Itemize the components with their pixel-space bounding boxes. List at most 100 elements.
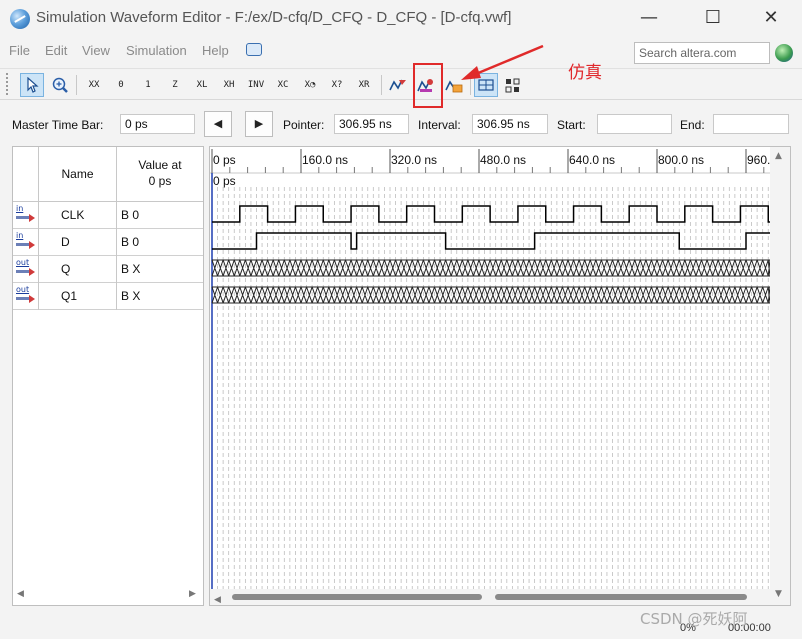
selection-tool-icon xyxy=(27,77,39,93)
end-label: End: xyxy=(680,118,705,132)
next-transition-button[interactable]: ▶ xyxy=(245,111,273,137)
start-label: Start: xyxy=(557,118,586,132)
signal-name: D xyxy=(39,229,117,256)
invert-button[interactable]: INV xyxy=(244,73,268,97)
timeline-tick-label: 480.0 ns xyxy=(480,153,526,167)
random-value-icon: XR xyxy=(358,80,370,90)
app-logo-icon xyxy=(10,9,30,29)
hscroll-thumb-secondary xyxy=(495,594,747,600)
signal-value: B X xyxy=(121,289,141,303)
signal-row-q[interactable]: out Q B X xyxy=(13,256,203,283)
value-header-line2: 0 ps xyxy=(148,174,172,188)
signal-list-header: Name Value at 0 ps xyxy=(13,147,203,202)
search-input[interactable]: Search altera.com xyxy=(634,42,770,64)
type-column-header xyxy=(13,147,39,202)
title-bar: Simulation Waveform Editor - F:/ex/D-cfq… xyxy=(0,0,802,38)
value-column-header[interactable]: Value at 0 ps xyxy=(117,157,203,189)
scroll-down-icon[interactable]: ▼ xyxy=(775,589,782,599)
forcing-unknown-button[interactable]: XX xyxy=(82,73,106,97)
waveform-panel[interactable]: 0 ps 160.0 ns 320.0 ns 480.0 ns 640.0 ns 800.… xyxy=(209,146,791,606)
menu-help[interactable]: Help xyxy=(202,43,229,58)
master-time-bar-field[interactable]: 0 ps xyxy=(120,114,195,134)
menu-view[interactable]: View xyxy=(82,43,110,58)
forcing-low-button[interactable]: 0 xyxy=(109,73,133,97)
cursor-time-label: 0 ps xyxy=(213,174,236,188)
invert-icon: INV xyxy=(247,80,265,90)
scroll-right-icon[interactable]: ▶ xyxy=(189,589,196,599)
signal-value: B 0 xyxy=(121,208,140,222)
arbitrary-value-button[interactable]: X? xyxy=(325,73,349,97)
signal-list-hscroll[interactable]: ◀ ▶ xyxy=(17,589,199,603)
annotation-arrow xyxy=(461,44,544,80)
timeline-tick-label: 800.0 ns xyxy=(658,153,704,167)
forcing-high-button[interactable]: 1 xyxy=(136,73,160,97)
scroll-left-icon[interactable]: ◀ xyxy=(17,589,24,599)
window-title: Simulation Waveform Editor - F:/ex/D-cfq… xyxy=(36,9,512,26)
minimize-button[interactable]: — xyxy=(626,0,672,38)
scroll-left-icon: ◀ xyxy=(214,595,221,605)
menu-edit[interactable]: Edit xyxy=(45,43,67,58)
waveform-canvas[interactable]: 0 ps 160.0 ns 320.0 ns 480.0 ns 640.0 ns 800.… xyxy=(210,147,791,606)
high-impedance-icon: Z xyxy=(172,80,178,90)
previous-transition-button[interactable]: ◀ xyxy=(204,111,232,137)
hscroll-thumb xyxy=(232,594,482,600)
weak-low-icon: XL xyxy=(196,80,208,90)
zoom-tool-button[interactable] xyxy=(48,73,72,97)
interval-label: Interval: xyxy=(418,118,461,132)
random-value-button[interactable]: XR xyxy=(352,73,376,97)
timeline-tick-label: 160.0 ns xyxy=(302,153,348,167)
menu-simulation[interactable]: Simulation xyxy=(126,43,187,58)
start-field[interactable] xyxy=(597,114,672,134)
weak-high-button[interactable]: XH xyxy=(217,73,241,97)
menu-file[interactable]: File xyxy=(9,43,30,58)
toolbar: XX 0 1 Z XL XH INV XC X◔ X? XR xyxy=(0,68,802,100)
toolbar-separator xyxy=(76,75,77,95)
forcing-unknown-icon: XX xyxy=(88,80,100,90)
maximize-button[interactable]: ☐ xyxy=(690,0,736,38)
value-header-line1: Value at xyxy=(138,158,182,172)
timeline-tick-label: 0 ps xyxy=(213,153,236,167)
highlight-box xyxy=(413,63,443,108)
run-functional-simulation-button[interactable] xyxy=(386,73,410,97)
signal-row-q1[interactable]: out Q1 B X xyxy=(13,283,203,310)
run-functional-simulation-icon xyxy=(389,79,406,91)
timeline-tick-label: 320.0 ns xyxy=(391,153,437,167)
close-button[interactable]: ✕ xyxy=(748,0,794,38)
signal-value: B X xyxy=(121,262,141,276)
arbitrary-value-icon: X? xyxy=(331,80,343,90)
toolbar-separator xyxy=(381,75,382,95)
timeline-tick-label: 640.0 ns xyxy=(569,153,615,167)
waveform-vscroll[interactable]: ▲ ▼ xyxy=(770,147,790,605)
weak-low-button[interactable]: XL xyxy=(190,73,214,97)
interval-field: 306.95 ns xyxy=(472,114,548,134)
signal-name: Q1 xyxy=(39,283,117,310)
clock-value-button[interactable]: X◔ xyxy=(298,73,322,97)
count-value-icon: XC xyxy=(277,80,289,90)
signal-row-d[interactable]: in D B 0 xyxy=(13,229,203,256)
count-value-button[interactable]: XC xyxy=(271,73,295,97)
input-pin-icon: in xyxy=(15,204,37,224)
output-pin-icon: out xyxy=(15,258,37,278)
time-bar: Master Time Bar: 0 ps ◀ ▶ Pointer: 306.9… xyxy=(0,108,802,142)
clock-value-icon: X◔ xyxy=(304,80,316,90)
globe-icon[interactable] xyxy=(775,44,793,62)
output-pin-icon: out xyxy=(15,285,37,305)
master-time-bar-label: Master Time Bar: xyxy=(12,118,104,132)
chat-feedback-icon[interactable] xyxy=(246,43,262,56)
forcing-low-icon: 0 xyxy=(118,80,124,90)
end-field[interactable] xyxy=(713,114,789,134)
signal-row-clk[interactable]: in CLK B 0 xyxy=(13,202,203,229)
toolbar-grip[interactable] xyxy=(6,73,10,95)
name-column-header[interactable]: Name xyxy=(39,147,117,202)
forcing-high-icon: 1 xyxy=(145,80,151,90)
input-pin-icon: in xyxy=(15,231,37,251)
selection-tool-button[interactable] xyxy=(20,73,44,97)
signal-value: B 0 xyxy=(121,235,140,249)
high-impedance-button[interactable]: Z xyxy=(163,73,187,97)
weak-high-icon: XH xyxy=(223,80,235,90)
zoom-tool-icon xyxy=(52,77,68,93)
signal-list-panel: Name Value at 0 ps in CLK B 0 in D B 0 o… xyxy=(12,146,204,606)
pointer-label: Pointer: xyxy=(283,118,325,132)
signal-name: CLK xyxy=(39,202,117,229)
scroll-up-icon[interactable]: ▲ xyxy=(775,151,782,161)
